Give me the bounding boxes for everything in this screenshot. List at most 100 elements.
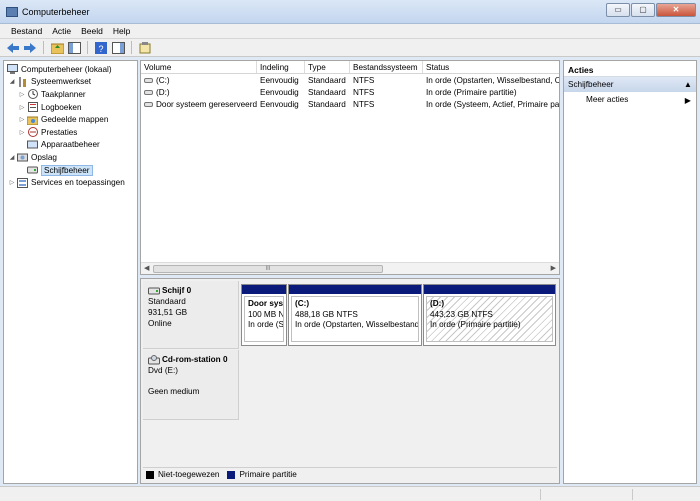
scroll-left-icon[interactable]: ◀ <box>144 264 149 272</box>
expand-arrow-icon[interactable]: ▷ <box>8 179 16 186</box>
menu-action[interactable]: Actie <box>47 24 76 38</box>
cdrom-0-type: Dvd (E:) <box>148 366 179 375</box>
status-bar <box>0 486 700 501</box>
more-actions-item[interactable]: Meer acties ▶ <box>564 92 696 107</box>
partition-body: (D:) 443,23 GB NTFS In orde (Primaire pa… <box>426 296 553 342</box>
disk-0-name: Schijf 0 <box>148 285 233 296</box>
hard-disk-icon <box>148 287 160 294</box>
scroll-right-icon[interactable]: ▶ <box>551 264 556 272</box>
expand-arrow-icon[interactable]: ▷ <box>18 104 26 111</box>
primary-partition-bar <box>242 285 286 294</box>
clock-icon <box>27 89 38 100</box>
scrollbar-thumb[interactable]: III <box>153 265 383 273</box>
tree-item-label: Apparaatbeheer <box>41 140 100 150</box>
column-header-volume[interactable]: Volume <box>141 61 257 73</box>
maximize-button[interactable]: ▢ <box>631 3 655 17</box>
tree-item-task-scheduler[interactable]: ▷ Taakplanner <box>4 88 137 101</box>
type-cell: Standaard <box>308 99 346 109</box>
expand-arrow-icon[interactable]: ▷ <box>18 91 26 98</box>
table-row[interactable]: Door systeem gereserveerd Eenvoudig Stan… <box>141 98 559 110</box>
tree-item-performance[interactable]: ▷ Prestaties <box>4 126 137 139</box>
legend: Niet-toegewezen Primaire partitie <box>143 467 557 481</box>
cdrom-0-label[interactable]: Cd-rom-station 0 Dvd (E:) Geen medium <box>143 350 239 420</box>
up-button[interactable] <box>50 41 64 55</box>
legend-unallocated: Niet-toegewezen <box>158 470 220 479</box>
toolbar-separator <box>43 41 44 54</box>
partition-d[interactable]: (D:) 443,23 GB NTFS In orde (Primaire pa… <box>423 284 556 346</box>
tree-item-label: Prestaties <box>41 127 78 137</box>
tree-item-label: Gedeelde mappen <box>41 115 109 125</box>
disk-0-size: 931,51 GB <box>148 308 188 317</box>
collapse-arrow-icon[interactable]: ◢ <box>8 78 16 85</box>
status-segment <box>632 489 633 500</box>
help-button[interactable]: ? <box>94 41 108 55</box>
tree-item-system-tools[interactable]: ◢ Systeemwerkset <box>4 76 137 89</box>
tree-item-label: Logboeken <box>41 102 82 112</box>
action-pane-icon <box>111 41 125 54</box>
table-row[interactable]: (C:) Eenvoudig Standaard NTFS In orde (O… <box>141 74 559 86</box>
column-header-file-system[interactable]: Bestandssysteem <box>350 61 423 73</box>
expand-arrow-icon[interactable]: ▷ <box>18 129 26 136</box>
actions-pane: Acties Schijfbeheer ▲ Meer acties ▶ <box>563 60 697 484</box>
minimize-button[interactable]: ▭ <box>606 3 630 17</box>
shared-folder-icon <box>27 115 38 125</box>
primary-partition-swatch <box>227 470 236 479</box>
performance-icon <box>27 127 38 138</box>
storage-icon <box>17 152 28 162</box>
tree-item-storage[interactable]: ◢ Opslag <box>4 151 137 164</box>
disk-0-type: Standaard <box>148 297 186 306</box>
status-cell: In orde (Opstarten, Wisselbestand, C <box>426 75 559 85</box>
tree-item-disk-management[interactable]: Schijfbeheer <box>4 164 137 177</box>
collapse-arrow-icon[interactable]: ◢ <box>8 154 16 161</box>
show-hide-tree-button[interactable] <box>67 41 81 55</box>
arrow-right-icon <box>24 42 36 53</box>
partition-system-reserved[interactable]: Door syst 100 MB N In orde (S <box>241 284 287 346</box>
console-tree: Computerbeheer (lokaal) ◢ Systeemwerkset… <box>3 60 138 484</box>
tree-item-root[interactable]: Computerbeheer (lokaal) <box>4 63 137 76</box>
type-cell: Standaard <box>308 87 346 97</box>
status-segment <box>540 489 541 500</box>
menu-help[interactable]: Help <box>108 24 135 38</box>
volume-icon <box>144 101 153 107</box>
forward-button[interactable] <box>23 41 37 55</box>
computer-icon <box>7 64 18 75</box>
disk-0-label[interactable]: Schijf 0 Standaard 931,51 GB Online <box>143 281 239 349</box>
menu-file[interactable]: Bestand <box>6 24 47 38</box>
toolbar: ? <box>0 39 700 57</box>
submenu-arrow-icon: ▶ <box>684 96 691 105</box>
layout-cell: Eenvoudig <box>260 75 299 85</box>
volume-icon <box>144 77 153 83</box>
cd-drive-icon <box>148 354 160 364</box>
actions-header: Acties <box>564 61 696 77</box>
close-button[interactable]: ✕ <box>656 3 696 17</box>
tools-icon <box>17 76 28 87</box>
primary-partition-bar <box>424 285 555 294</box>
partition-body: Door syst 100 MB N In orde (S <box>244 296 284 342</box>
tree-item-device-manager[interactable]: Apparaatbeheer <box>4 139 137 152</box>
menu-view[interactable]: Beeld <box>76 24 108 38</box>
action-pane-button[interactable] <box>111 41 125 55</box>
column-header-status[interactable]: Status <box>423 61 559 73</box>
event-log-icon <box>27 102 38 113</box>
tree-item-label: Computerbeheer (lokaal) <box>21 64 112 74</box>
actions-section-disk-management[interactable]: Schijfbeheer ▲ <box>564 77 696 92</box>
volume-list-header: Volume Indeling Type Bestandssysteem Sta… <box>141 61 559 74</box>
table-row[interactable]: (D:) Eenvoudig Standaard NTFS In orde (P… <box>141 86 559 98</box>
console-tree-icon <box>67 41 81 54</box>
services-icon <box>17 177 28 188</box>
column-header-type[interactable]: Type <box>305 61 350 73</box>
svg-text:?: ? <box>99 44 104 54</box>
partition-c[interactable]: (C:) 488,18 GB NTFS In orde (Opstarten, … <box>288 284 422 346</box>
properties-icon <box>139 41 151 53</box>
properties-button[interactable] <box>138 41 152 55</box>
tree-item-services[interactable]: ▷ Services en toepassingen <box>4 176 137 189</box>
expand-arrow-icon[interactable]: ▷ <box>18 116 26 123</box>
tree-item-shared-folders[interactable]: ▷ Gedeelde mappen <box>4 113 137 126</box>
horizontal-scrollbar[interactable]: ◀ III ▶ <box>141 262 559 274</box>
tree-item-event-viewer[interactable]: ▷ Logboeken <box>4 101 137 114</box>
collapse-up-icon[interactable]: ▲ <box>684 80 692 89</box>
computer-management-icon <box>6 7 18 17</box>
back-button[interactable] <box>6 41 20 55</box>
tree-item-label: Systeemwerkset <box>31 77 92 87</box>
column-header-layout[interactable]: Indeling <box>257 61 305 73</box>
